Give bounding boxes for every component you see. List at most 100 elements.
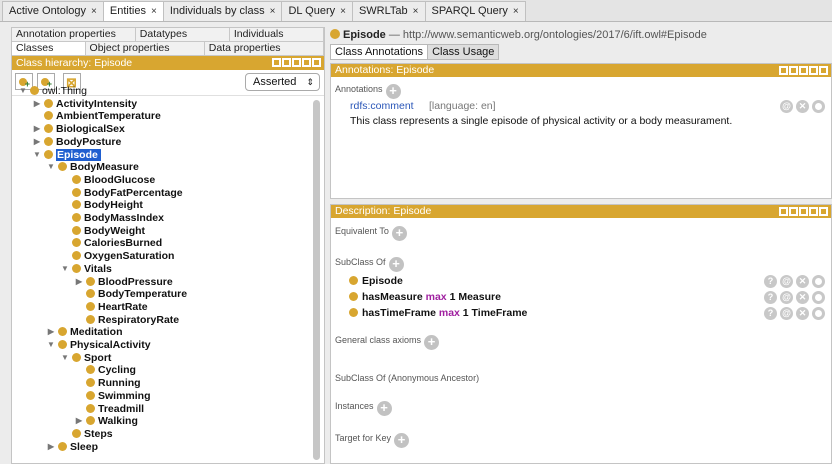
tab-annotation-properties[interactable]: Annotation properties [12, 28, 136, 41]
tree-node[interactable]: HeartRate [86, 301, 148, 313]
explain-icon[interactable]: ? [764, 275, 777, 288]
tab-entities[interactable]: Entities × [102, 1, 164, 21]
add-superclass-button[interactable]: + [388, 257, 404, 272]
tree-node[interactable]: ▼ Vitals [61, 263, 112, 275]
edit-icon[interactable] [812, 275, 825, 288]
tab-individuals-by-class[interactable]: Individuals by class × [162, 1, 283, 21]
explain-icon[interactable]: ? [764, 291, 777, 304]
close-view-icon[interactable] [819, 207, 828, 216]
close-tab-icon[interactable]: × [513, 6, 519, 17]
minimize-icon[interactable] [799, 207, 808, 216]
tree-node[interactable]: BloodGlucose [72, 174, 155, 186]
tree-node[interactable]: Swimming [86, 390, 151, 402]
edit-icon[interactable] [812, 307, 825, 320]
delete-icon[interactable]: ✕ [796, 100, 809, 113]
expand-icon[interactable]: ▶ [74, 276, 84, 288]
pin-icon[interactable] [789, 207, 798, 216]
tree-node[interactable]: ▶ ActivityIntensity [34, 98, 137, 110]
expand-icon[interactable]: ▶ [32, 98, 42, 110]
tree-node[interactable]: ▼ PhysicalActivity [47, 339, 151, 351]
maximize-icon[interactable] [809, 66, 818, 75]
tree-node[interactable]: ▶ Sleep [48, 441, 98, 453]
tab-swrltab[interactable]: SWRLTab × [351, 1, 426, 21]
expand-icon[interactable]: ▶ [46, 326, 56, 338]
add-annotation-button[interactable]: + [385, 84, 401, 99]
tree-node[interactable]: ▼ Episode [33, 148, 101, 161]
minimize-icon[interactable] [799, 66, 808, 75]
help-icon[interactable] [272, 58, 281, 67]
maximize-icon[interactable] [302, 58, 311, 67]
delete-icon[interactable]: ✕ [796, 275, 809, 288]
tree-node[interactable]: AmbientTemperature [44, 110, 161, 122]
collapse-icon[interactable]: ▼ [46, 339, 56, 351]
tree-node[interactable]: ▶ BodyPosture [34, 136, 121, 148]
add-general-axiom-button[interactable]: + [424, 335, 440, 350]
tree-node[interactable]: ▶ Walking [76, 415, 138, 427]
tree-node[interactable]: ▶ BiologicalSex [34, 123, 125, 135]
tree-node[interactable]: BodyHeight [72, 199, 143, 211]
collapse-icon[interactable]: ▼ [60, 263, 70, 275]
tree-node[interactable]: Treadmill [86, 403, 144, 415]
annotation-property[interactable]: rdfs:comment [350, 100, 414, 112]
tree-node[interactable]: CaloriesBurned [72, 237, 162, 249]
tree-node[interactable]: Cycling [86, 364, 136, 376]
tree-scrollbar[interactable] [313, 100, 320, 460]
close-tab-icon[interactable]: × [270, 6, 276, 17]
tree-node[interactable]: ▼ Sport [61, 352, 111, 364]
tab-sparql-query[interactable]: SPARQL Query × [424, 1, 526, 21]
tab-object-properties[interactable]: Object properties [86, 42, 205, 55]
tab-datatypes[interactable]: Datatypes [136, 28, 230, 41]
tree-node[interactable]: Running [86, 377, 141, 389]
tree-node[interactable]: ▼ owl:Thing [19, 85, 87, 97]
tree-node[interactable]: OxygenSaturation [72, 250, 174, 262]
expand-icon[interactable]: ▶ [32, 136, 42, 148]
minimize-icon[interactable] [292, 58, 301, 67]
help-icon[interactable] [779, 66, 788, 75]
tab-active-ontology[interactable]: Active Ontology × [2, 1, 104, 21]
subclass-row[interactable]: Episode [349, 274, 403, 288]
tree-node[interactable]: ▶ BloodPressure [76, 276, 173, 288]
annotate-icon[interactable]: @ [780, 275, 793, 288]
tab-classes[interactable]: Classes [12, 42, 86, 55]
close-view-icon[interactable] [312, 58, 321, 67]
tab-class-annotations[interactable]: Class Annotations [330, 44, 429, 60]
subclass-row[interactable]: hasMeasure max 1 Measure [349, 290, 501, 304]
close-view-icon[interactable] [819, 66, 828, 75]
annotate-icon[interactable]: @ [780, 291, 793, 304]
tab-individuals[interactable]: Individuals [230, 28, 324, 41]
close-tab-icon[interactable]: × [151, 6, 157, 17]
subclass-row[interactable]: hasTimeFrame max 1 TimeFrame [349, 306, 527, 320]
expand-icon[interactable]: ▶ [74, 415, 84, 427]
tree-node[interactable]: ▶ Meditation [48, 326, 123, 338]
tree-node[interactable]: RespiratoryRate [86, 314, 179, 326]
expand-icon[interactable]: ▶ [32, 123, 42, 135]
tree-node[interactable]: BodyFatPercentage [72, 187, 183, 199]
help-icon[interactable] [779, 207, 788, 216]
expand-icon[interactable]: ▶ [46, 441, 56, 453]
tab-data-properties[interactable]: Data properties [205, 42, 324, 55]
edit-icon[interactable] [812, 291, 825, 304]
delete-icon[interactable]: ✕ [796, 291, 809, 304]
edit-icon[interactable] [812, 100, 825, 113]
explain-icon[interactable]: ? [764, 307, 777, 320]
close-tab-icon[interactable]: × [340, 6, 346, 17]
delete-icon[interactable]: ✕ [796, 307, 809, 320]
tree-node[interactable]: BodyWeight [72, 225, 145, 237]
collapse-icon[interactable]: ▼ [60, 352, 70, 364]
maximize-icon[interactable] [809, 207, 818, 216]
annotate-icon[interactable]: @ [780, 307, 793, 320]
tree-node[interactable]: ▼ BodyMeasure [47, 161, 139, 173]
add-equivalent-button[interactable]: + [391, 226, 407, 241]
close-tab-icon[interactable]: × [413, 6, 419, 17]
tab-class-usage[interactable]: Class Usage [427, 44, 500, 60]
pin-icon[interactable] [789, 66, 798, 75]
add-key-button[interactable]: + [394, 433, 410, 448]
tree-node[interactable]: BodyMassIndex [72, 212, 164, 224]
tree-node[interactable]: Steps [72, 428, 113, 440]
annotate-icon[interactable]: @ [780, 100, 793, 113]
collapse-icon[interactable]: ▼ [46, 161, 56, 173]
tab-dl-query[interactable]: DL Query × [281, 1, 353, 21]
add-instance-button[interactable]: + [376, 401, 392, 416]
tree-node[interactable]: BodyTemperature [86, 288, 187, 300]
collapse-icon[interactable]: ▼ [18, 85, 28, 97]
